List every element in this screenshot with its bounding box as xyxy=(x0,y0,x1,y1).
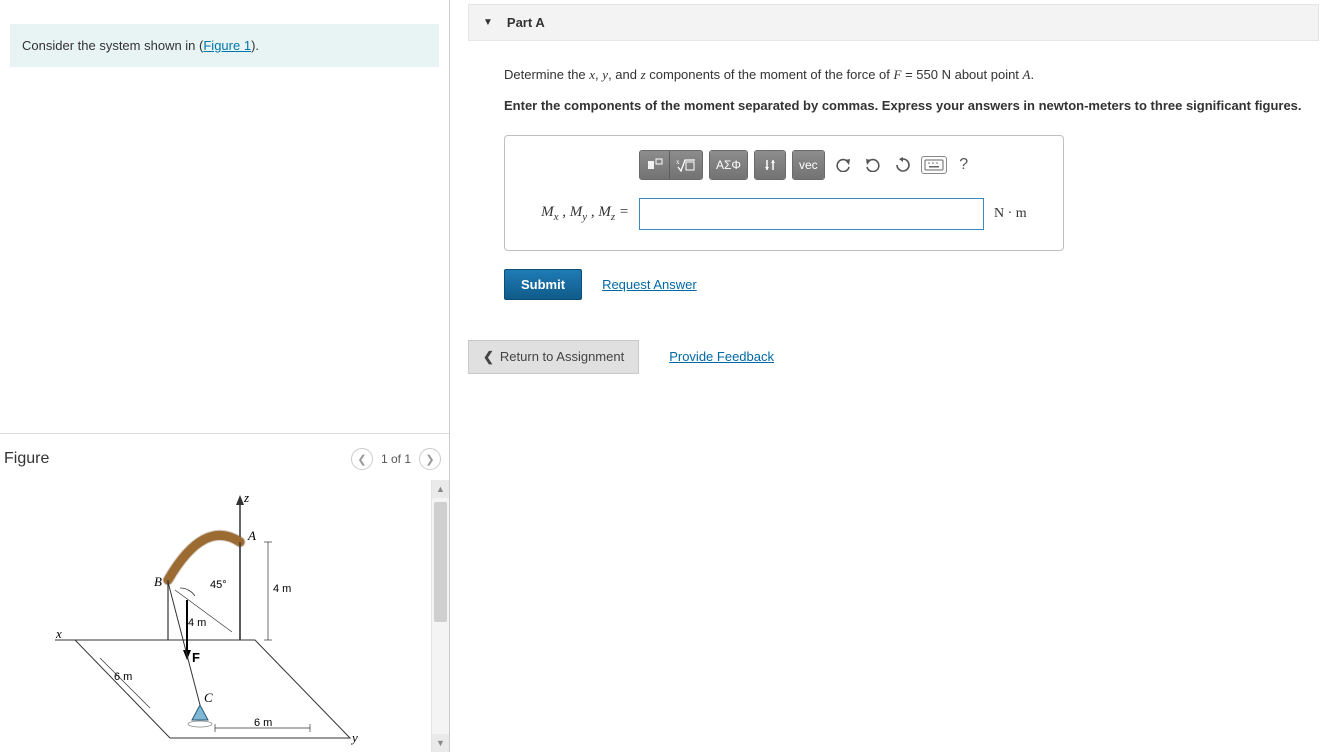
label-B: B xyxy=(154,574,162,589)
part-title: Part A xyxy=(507,15,545,30)
prompt-instruction: Enter the components of the moment separ… xyxy=(504,96,1319,117)
right-pane: ▼ Part A Determine the x, y, and z compo… xyxy=(450,0,1337,752)
figure-link[interactable]: Figure 1 xyxy=(203,38,251,53)
label-angle: 45° xyxy=(210,579,227,591)
label-A: A xyxy=(247,528,256,543)
templates-button[interactable] xyxy=(640,151,670,179)
figure-scrollbar[interactable]: ▲ ▼ xyxy=(431,480,449,752)
chevron-left-icon: ❮ xyxy=(357,453,366,466)
figure-header: Figure ❮ 1 of 1 ❯ xyxy=(0,434,449,480)
return-label: Return to Assignment xyxy=(500,349,624,364)
prompt-block: Determine the x, y, and z components of … xyxy=(468,41,1319,117)
figure-pager-text: 1 of 1 xyxy=(381,452,411,466)
figure-section: Figure ❮ 1 of 1 ❯ xyxy=(0,433,449,752)
intro-prefix: Consider the system shown in ( xyxy=(22,38,203,53)
request-answer-link[interactable]: Request Answer xyxy=(602,277,697,292)
undo-icon xyxy=(835,158,851,172)
undo-button[interactable] xyxy=(831,153,855,177)
entry-units: N · m xyxy=(994,206,1027,222)
caret-down-icon: ▼ xyxy=(483,17,493,28)
dim-4m-diag: 4 m xyxy=(188,617,206,629)
footer-row: ❮ Return to Assignment Provide Feedback xyxy=(468,340,1319,374)
redo-button[interactable] xyxy=(861,153,885,177)
scroll-thumb[interactable] xyxy=(434,502,447,622)
answer-input[interactable] xyxy=(639,198,984,230)
dim-6m-x: 6 m xyxy=(114,671,132,683)
chevron-right-icon: ❯ xyxy=(425,453,434,466)
figure-pager: ❮ 1 of 1 ❯ xyxy=(351,448,441,470)
figure-title: Figure xyxy=(4,450,351,468)
equation-toolbar: x ΑΣΦ vec xyxy=(639,150,1047,180)
submit-button[interactable]: Submit xyxy=(504,269,582,300)
return-button[interactable]: ❮ Return to Assignment xyxy=(468,340,639,374)
part-header[interactable]: ▼ Part A xyxy=(468,4,1319,41)
provide-feedback-link[interactable]: Provide Feedback xyxy=(669,349,774,364)
label-x: x xyxy=(55,626,62,641)
radical-button[interactable]: x xyxy=(670,151,702,179)
scroll-track[interactable] xyxy=(432,498,449,734)
chevron-left-icon: ❮ xyxy=(483,349,494,365)
templates-icon xyxy=(647,158,663,172)
label-y: y xyxy=(350,730,358,745)
figure-body: z y x A B C F 45° 4 m 4 m 6 m 6 m xyxy=(0,480,449,752)
scroll-up-icon[interactable]: ▲ xyxy=(432,480,449,498)
reset-icon xyxy=(895,157,911,173)
entry-row: Mx , My , Mz = N · m xyxy=(521,198,1047,230)
subscript-button[interactable] xyxy=(755,151,785,179)
reset-button[interactable] xyxy=(891,153,915,177)
keyboard-icon xyxy=(924,159,944,171)
help-button[interactable]: ? xyxy=(953,156,975,174)
label-C: C xyxy=(204,690,213,705)
problem-intro: Consider the system shown in (Figure 1). xyxy=(10,24,439,67)
prompt-text: Determine the x, y, and z components of … xyxy=(504,65,1319,86)
label-z: z xyxy=(243,490,249,505)
entry-label: Mx , My , Mz = xyxy=(521,204,629,223)
pin-support-icon xyxy=(192,705,208,720)
greek-button[interactable]: ΑΣΦ xyxy=(710,151,747,179)
redo-icon xyxy=(865,158,881,172)
label-F: F xyxy=(192,650,200,665)
scroll-down-icon[interactable]: ▼ xyxy=(432,734,449,752)
subscript-icon xyxy=(763,158,777,172)
dim-4m-vert: 4 m xyxy=(273,583,291,595)
intro-suffix: ). xyxy=(251,38,259,53)
radical-icon: x xyxy=(676,158,696,172)
action-row: Submit Request Answer xyxy=(504,269,1319,300)
figure-prev-button[interactable]: ❮ xyxy=(351,448,373,470)
vec-button[interactable]: vec xyxy=(793,151,824,179)
svg-text:x: x xyxy=(676,158,680,166)
z-axis-arrow-icon xyxy=(236,495,244,505)
keyboard-button[interactable] xyxy=(921,156,947,174)
figure-svg: z y x A B C F 45° 4 m 4 m 6 m 6 m xyxy=(0,480,420,752)
answer-box: x ΑΣΦ vec xyxy=(504,135,1064,251)
left-pane: Consider the system shown in (Figure 1).… xyxy=(0,0,450,752)
figure-next-button[interactable]: ❯ xyxy=(419,448,441,470)
dim-6m-y: 6 m xyxy=(254,717,272,729)
figure-canvas: z y x A B C F 45° 4 m 4 m 6 m 6 m xyxy=(0,480,431,752)
